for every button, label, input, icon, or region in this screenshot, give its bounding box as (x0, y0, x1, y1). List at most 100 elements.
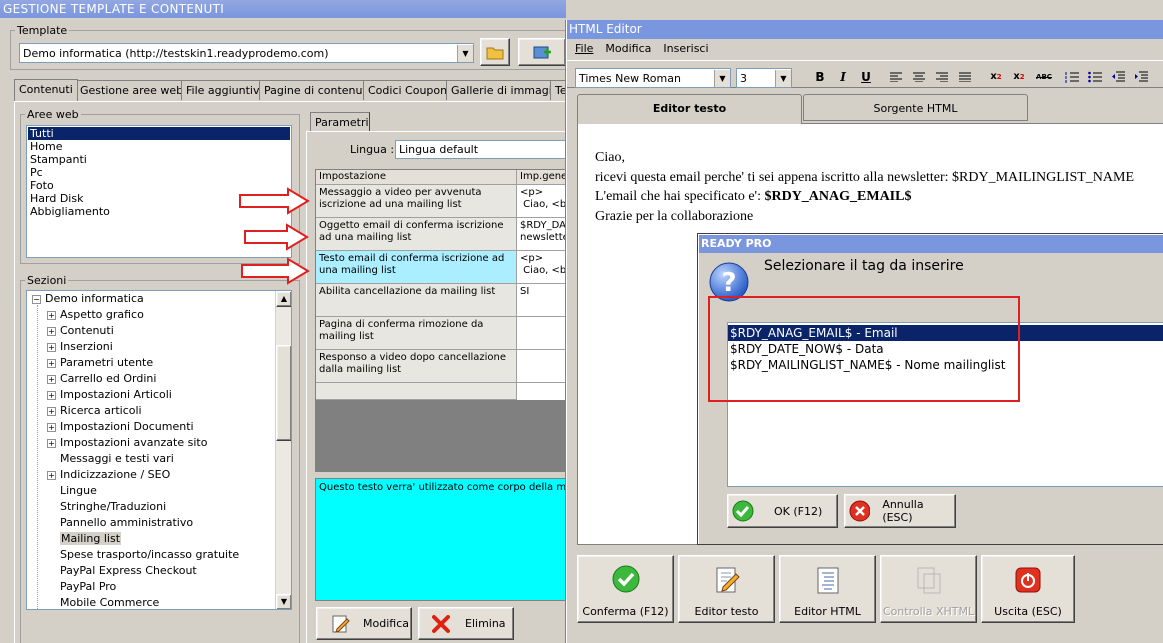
tree-root[interactable]: − Demo informatica (27, 291, 291, 307)
open-folder-button[interactable] (480, 38, 510, 66)
bold-button[interactable]: B (811, 68, 829, 85)
grid-row-name[interactable]: Messaggio a video per avvenuta iscrizion… (316, 185, 517, 218)
grid-row-name[interactable]: Responso a video dopo cancellazione dall… (316, 350, 517, 383)
tree-item[interactable]: + Contenuti (27, 323, 291, 339)
tree-item[interactable]: + Impostazioni Documenti (27, 419, 291, 435)
justify-icon[interactable] (956, 68, 974, 85)
tree-item[interactable]: Stringhe/Traduzioni (27, 499, 291, 515)
tree-item[interactable]: PayPal Express Checkout (27, 563, 291, 579)
grid-row-value[interactable]: SI (517, 284, 565, 317)
scroll-up-button[interactable]: ▲ (276, 291, 291, 307)
main-tabs: Contenuti Gestione aree web File aggiunt… (14, 79, 572, 102)
expand-icon[interactable]: + (47, 390, 56, 400)
editor-html-button[interactable]: Editor HTML (779, 555, 876, 623)
tree-item[interactable]: Mobile Commerce (27, 595, 291, 609)
controlla-xhtml-button[interactable]: Controlla XHTML (880, 555, 977, 623)
tab-pagine-di-contenuti[interactable]: Pagine di contenuti (259, 80, 375, 100)
tab-codici-coupon[interactable]: Codici Coupon (363, 80, 453, 100)
grid-row-value[interactable] (517, 317, 565, 350)
tree-item[interactable]: + Parametri utente (27, 355, 291, 371)
grid-row-name[interactable]: Abilita cancellazione da mailing list (316, 284, 517, 317)
list-item[interactable]: Home (28, 140, 290, 153)
collapse-icon[interactable]: − (32, 294, 41, 304)
tree-item[interactable]: + Indicizzazione / SEO (27, 467, 291, 483)
edit-document-icon (716, 567, 740, 593)
elimina-button[interactable]: Elimina (418, 607, 514, 640)
menu-inserisci[interactable]: Inserisci (663, 40, 708, 57)
tree-scrollbar[interactable]: ▲ ▼ (275, 291, 291, 609)
tab-editor-testo[interactable]: Editor testo (577, 94, 802, 124)
tab-file-aggiuntivi[interactable]: File aggiuntivi (181, 80, 268, 100)
subscript-icon[interactable]: x2 (1010, 68, 1028, 85)
expand-icon[interactable]: + (47, 326, 56, 336)
align-left-icon[interactable] (887, 68, 905, 85)
tree-item[interactable]: + Impostazioni Articoli (27, 387, 291, 403)
chevron-down-icon[interactable]: ▼ (775, 69, 791, 87)
annulla-button[interactable]: Annulla (ESC) (844, 494, 956, 528)
grid-row-name[interactable]: Testo email di conferma iscrizione ad un… (316, 251, 517, 284)
tab-gestione-aree-web[interactable]: Gestione aree web (75, 80, 189, 100)
numbered-list-icon[interactable] (1063, 68, 1081, 85)
tree-item[interactable]: Pannello amministrativo (27, 515, 291, 531)
outdent-icon[interactable] (1109, 68, 1127, 85)
tree-item[interactable]: + Carrello ed Ordini (27, 371, 291, 387)
italic-button[interactable]: I (834, 68, 852, 85)
tree-item[interactable]: PayPal Pro (27, 579, 291, 595)
lingua-select[interactable]: Lingua default (395, 140, 566, 159)
tab-gallerie-di-immagini[interactable]: Gallerie di immagini (446, 80, 567, 100)
expand-icon[interactable]: + (47, 422, 56, 432)
tab-contenuti[interactable]: Contenuti (14, 79, 78, 101)
chevron-down-icon[interactable]: ▼ (457, 44, 473, 62)
grid-row-name[interactable]: Pagina di conferma rimozione da mailing … (316, 317, 517, 350)
conferma-button[interactable]: Conferma (F12) (577, 555, 674, 623)
editor-testo-button[interactable]: Editor testo (678, 555, 775, 623)
modifica-button[interactable]: Modifica (316, 607, 412, 640)
parametri-tab[interactable]: Parametri (310, 112, 370, 132)
expand-icon[interactable]: + (47, 310, 56, 320)
indent-icon[interactable] (1132, 68, 1150, 85)
tree-item[interactable]: Lingue (27, 483, 291, 499)
strikethrough-button[interactable]: ABC (1033, 68, 1055, 85)
list-item[interactable]: Pc (28, 166, 290, 179)
underline-button[interactable]: U (857, 68, 875, 85)
tree-item[interactable]: + Inserzioni (27, 339, 291, 355)
list-item[interactable]: Tutti (28, 127, 290, 140)
scroll-thumb[interactable] (276, 345, 291, 441)
tree-item[interactable]: + Impostazioni avanzate sito (27, 435, 291, 451)
add-template-button[interactable] (518, 38, 566, 66)
chevron-down-icon[interactable]: ▼ (714, 69, 730, 87)
expand-icon[interactable]: + (47, 358, 56, 368)
grid-row-value[interactable]: <p> Ciao, <br (517, 185, 565, 218)
scroll-down-button[interactable]: ▼ (276, 594, 291, 609)
tab-sorgente-html[interactable]: Sorgente HTML (803, 94, 1028, 121)
grid-row-value[interactable]: <p> Ciao, <br (517, 251, 565, 284)
menu-file[interactable]: File (575, 40, 593, 57)
font-select[interactable]: Times New Roman ▼ (575, 68, 731, 88)
size-select[interactable]: 3 ▼ (736, 68, 792, 88)
description-box[interactable]: Questo testo verra' utilizzato come corp… (315, 478, 566, 601)
bullet-list-icon[interactable] (1086, 68, 1104, 85)
menu-modifica[interactable]: Modifica (605, 40, 651, 57)
tree-item[interactable]: Messaggi e testi vari (27, 451, 291, 467)
expand-icon[interactable]: + (47, 342, 56, 352)
tree-item[interactable]: + Aspetto grafico (27, 307, 291, 323)
tree-item[interactable]: Spese trasporto/incasso gratuite (27, 547, 291, 563)
template-select[interactable]: Demo informatica (http://testskin1.ready… (19, 43, 474, 63)
uscita-button[interactable]: Uscita (ESC) (981, 555, 1075, 623)
tree-item[interactable]: + Ricerca articoli (27, 403, 291, 419)
sezioni-tree[interactable]: − Demo informatica + Aspetto grafico + Conte… (26, 290, 292, 610)
tree-item[interactable]: Mailing list (27, 531, 291, 547)
align-right-icon[interactable] (933, 68, 951, 85)
ok-button[interactable]: OK (F12) (727, 494, 838, 528)
settings-grid[interactable]: Impostazione Imp.gene Messaggio a video … (315, 169, 566, 472)
grid-row-name[interactable]: Oggetto email di conferma iscrizione ad … (316, 218, 517, 251)
superscript-icon[interactable]: x2 (987, 68, 1005, 85)
expand-icon[interactable]: + (47, 374, 56, 384)
list-item[interactable]: Stampanti (28, 153, 290, 166)
expand-icon[interactable]: + (47, 406, 56, 416)
align-center-icon[interactable] (910, 68, 928, 85)
expand-icon[interactable]: + (47, 470, 56, 480)
expand-icon[interactable]: + (47, 438, 56, 448)
grid-row-value[interactable] (517, 350, 565, 383)
grid-row-value[interactable]: $RDY_DA newslette (517, 218, 565, 251)
